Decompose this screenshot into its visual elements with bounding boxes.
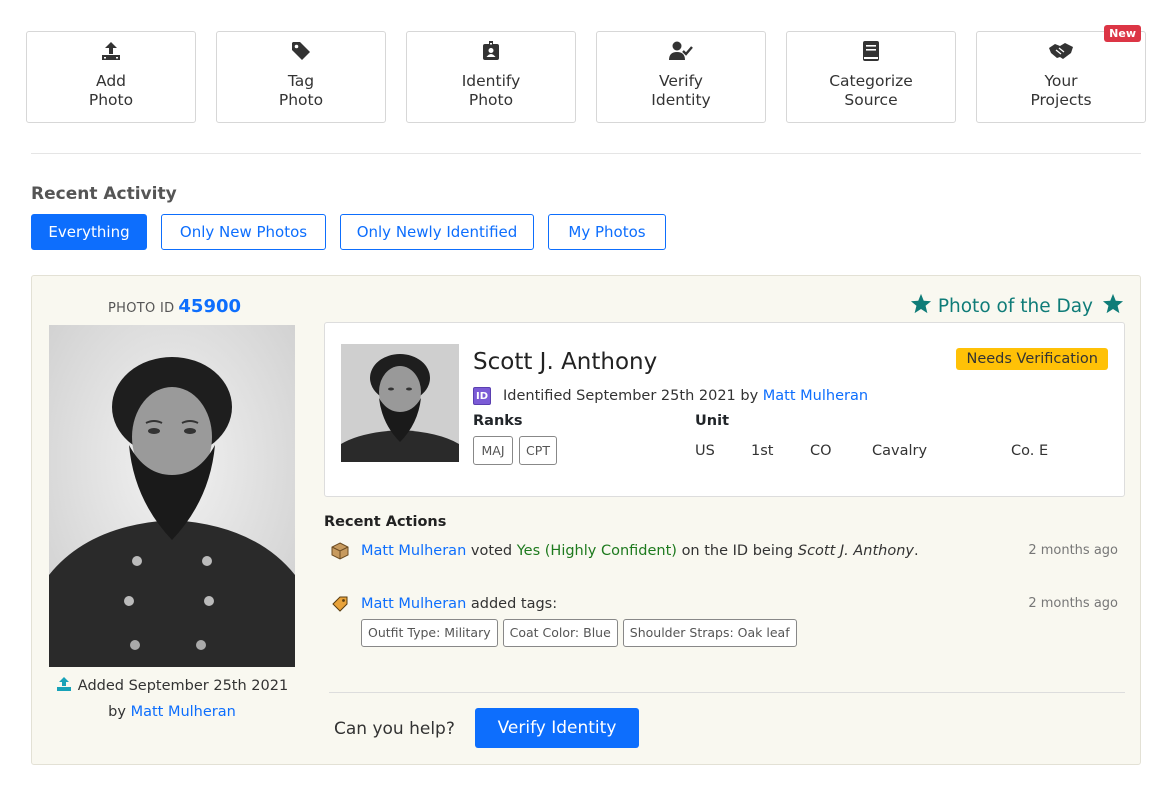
identified-by-link[interactable]: Matt Mulheran <box>763 388 868 404</box>
added-info: Added September 25th 2021 by Matt Mulher… <box>49 674 295 724</box>
unit-number: 1st <box>751 443 774 459</box>
card-label: Add Photo <box>88 72 134 109</box>
filter-only-newly-identified[interactable]: Only Newly Identified <box>340 214 534 250</box>
tags-action: Matt Mulheran added tags: <box>330 594 557 614</box>
categorize-source-card[interactable]: Categorize Source <box>786 31 956 123</box>
vote-action: Matt Mulheran voted Yes (Highly Confiden… <box>330 541 919 561</box>
filter-my-photos[interactable]: My Photos <box>548 214 666 250</box>
divider <box>31 153 1141 154</box>
vote-subject: Scott J. Anthony <box>797 543 915 559</box>
photo-id: PHOTO ID 45900 <box>108 296 242 317</box>
filter-everything[interactable]: Everything <box>31 214 147 250</box>
identity-name: Scott J. Anthony <box>473 349 658 375</box>
tag-icon <box>217 40 385 62</box>
handshake-icon <box>977 40 1145 62</box>
tag-chip[interactable]: Outfit Type: Military <box>361 619 498 647</box>
recent-activity-title: Recent Activity <box>31 184 177 204</box>
added-by-link[interactable]: Matt Mulheran <box>131 704 236 720</box>
vote-timestamp: 2 months ago <box>1028 543 1118 558</box>
add-photo-card[interactable]: Add Photo <box>26 31 196 123</box>
unit-branch: Cavalry <box>872 443 928 459</box>
identified-line: ID Identified September 25th 2021 by Mat… <box>473 387 868 405</box>
unit-state: CO <box>810 443 832 459</box>
user-check-icon <box>597 40 765 62</box>
unit-company: Co. E <box>1011 443 1049 459</box>
book-icon <box>787 40 955 62</box>
status-badge: Needs Verification <box>956 348 1108 370</box>
identity-thumbnail[interactable] <box>341 344 459 462</box>
upload-icon <box>27 40 195 62</box>
card-label: Verify Identity <box>651 72 711 109</box>
tag-list: Outfit Type: Military Coat Color: Blue S… <box>361 619 802 647</box>
rank-badge: MAJ <box>473 436 513 465</box>
unit-country: US <box>695 443 715 459</box>
tag-chip[interactable]: Coat Color: Blue <box>502 619 618 647</box>
tag-photo-card[interactable]: Tag Photo <box>216 31 386 123</box>
vote-user-link[interactable]: Matt Mulheran <box>361 543 466 559</box>
card-label: Your Projects <box>1030 72 1092 109</box>
card-label: Categorize Source <box>829 72 913 109</box>
verify-identity-card[interactable]: Verify Identity <box>596 31 766 123</box>
ranks-label: Ranks <box>473 413 523 429</box>
card-label: Identify Photo <box>461 72 521 109</box>
card-label: Tag Photo <box>278 72 324 109</box>
verify-identity-button[interactable]: Verify Identity <box>475 708 639 748</box>
unit-label: Unit <box>695 413 729 429</box>
tag-chip[interactable]: Shoulder Straps: Oak leaf <box>622 619 797 647</box>
vote-value: Yes (Highly Confident) <box>516 543 677 559</box>
star-icon <box>1102 293 1124 319</box>
tags-timestamp: 2 months ago <box>1028 596 1118 611</box>
tag-icon <box>330 594 350 614</box>
your-projects-card[interactable]: New Your Projects <box>976 25 1146 123</box>
photo-id-link[interactable]: 45900 <box>178 296 241 317</box>
ballot-box-icon <box>330 541 350 561</box>
photo-of-the-day: Photo of the Day <box>910 293 1124 319</box>
rank-badge: CPT <box>519 436 557 465</box>
id-icon: ID <box>473 387 491 405</box>
star-icon <box>910 293 932 319</box>
identify-photo-card[interactable]: Identify Photo <box>406 31 576 123</box>
id-badge-icon <box>407 40 575 62</box>
activity-card: PHOTO ID 45900 Added September 25th 2021… <box>31 275 1141 765</box>
upload-icon <box>56 676 72 700</box>
help-prompt: Can you help? <box>334 719 455 739</box>
recent-actions-title: Recent Actions <box>324 514 447 530</box>
identity-card: Scott J. Anthony Needs Verification ID I… <box>324 322 1125 497</box>
divider <box>329 692 1125 693</box>
tags-user-link[interactable]: Matt Mulheran <box>361 596 466 612</box>
portrait-photo[interactable] <box>49 325 295 667</box>
action-cards: Add Photo Tag Photo Identify Photo Verify Id… <box>26 25 1146 123</box>
filter-only-new-photos[interactable]: Only New Photos <box>161 214 326 250</box>
